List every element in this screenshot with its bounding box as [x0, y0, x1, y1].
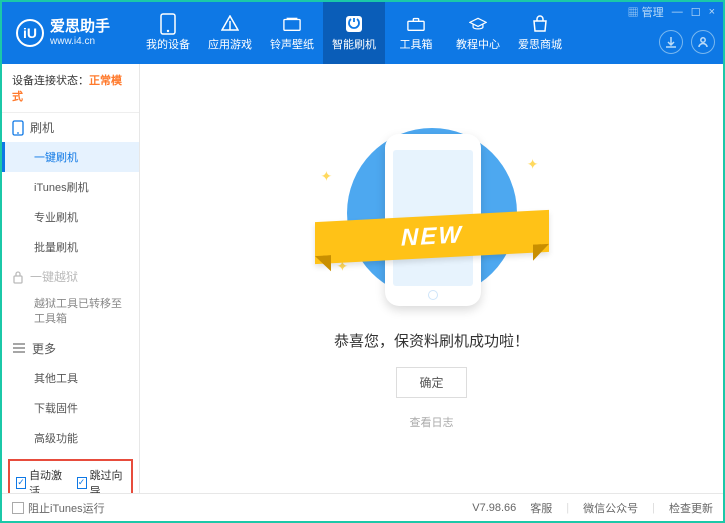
- success-message: 恭喜您，保资料刷机成功啦！: [334, 330, 529, 351]
- version-label: V7.98.66: [472, 502, 516, 514]
- tab-toolbox[interactable]: 工具箱: [385, 2, 447, 64]
- tab-label: 工具箱: [400, 36, 433, 52]
- status-label: 设备连接状态：: [12, 75, 89, 87]
- tab-tutorials[interactable]: 教程中心: [447, 2, 509, 64]
- wechat-link[interactable]: 微信公众号: [583, 500, 638, 516]
- section-flash[interactable]: 刷机: [2, 113, 139, 142]
- education-icon: [469, 15, 487, 33]
- phone-icon: [12, 120, 24, 136]
- tab-flash[interactable]: 智能刷机: [323, 2, 385, 64]
- footer: 阻止iTunes运行 V7.98.66 客服 | 微信公众号 | 检查更新: [2, 493, 723, 521]
- main-content: ✦ ✦ ✦ NEW 恭喜您，保资料刷机成功啦！ 确定 查看日志: [140, 64, 723, 493]
- header-actions: [659, 30, 715, 54]
- section-title: 一键越狱: [30, 268, 78, 285]
- close-button[interactable]: ×: [709, 6, 715, 18]
- checkbox-skip-guide[interactable]: ✓ 跳过向导: [77, 467, 126, 493]
- tab-label: 我的设备: [146, 36, 190, 52]
- ribbon-text: NEW: [401, 221, 463, 252]
- success-illustration: ✦ ✦ ✦ NEW: [327, 128, 537, 308]
- section-more[interactable]: 更多: [2, 334, 139, 363]
- apps-icon: [221, 15, 239, 33]
- tab-label: 铃声壁纸: [270, 36, 314, 52]
- toolbox-icon: [407, 15, 425, 33]
- ok-button[interactable]: 确定: [396, 367, 466, 398]
- header: iU 爱思助手 www.i4.cn 我的设备 应用游戏 铃声壁纸 智能刷机: [2, 2, 723, 64]
- separator: |: [652, 502, 655, 514]
- checkbox-label: 阻止iTunes运行: [28, 500, 105, 516]
- shop-icon: [531, 15, 549, 33]
- logo-area: iU 爱思助手 www.i4.cn: [2, 19, 137, 47]
- sidebar-item-oneclick[interactable]: 一键刷机: [2, 142, 139, 172]
- support-link[interactable]: 客服: [530, 500, 552, 516]
- lock-icon: [12, 270, 24, 284]
- sidebar: 设备连接状态：正常模式 刷机 一键刷机 iTunes刷机 专业刷机 批量刷机 一…: [2, 64, 140, 493]
- checkbox-icon: [12, 502, 24, 514]
- sparkle-icon: ✦: [527, 156, 539, 173]
- illus-home-button: [428, 290, 438, 300]
- flash-items: 一键刷机 iTunes刷机 专业刷机 批量刷机: [2, 142, 139, 262]
- checkbox-label: 跳过向导: [90, 467, 125, 493]
- app-url: www.i4.cn: [50, 36, 110, 47]
- checkbox-label: 自动激活: [29, 467, 64, 493]
- body: 设备连接状态：正常模式 刷机 一键刷机 iTunes刷机 专业刷机 批量刷机 一…: [2, 64, 723, 493]
- connection-status: 设备连接状态：正常模式: [2, 64, 139, 113]
- separator: |: [566, 502, 569, 514]
- jailbreak-note: 越狱工具已转移至工具箱: [2, 291, 139, 334]
- sidebar-item-advanced[interactable]: 高级功能: [2, 423, 139, 453]
- tab-label: 智能刷机: [332, 36, 376, 52]
- section-title: 刷机: [30, 119, 54, 136]
- theme-button[interactable]: ▦ 管理: [628, 4, 664, 20]
- sidebar-item-batch[interactable]: 批量刷机: [2, 232, 139, 262]
- tab-label: 教程中心: [456, 36, 500, 52]
- tab-apps[interactable]: 应用游戏: [199, 2, 261, 64]
- nav-tabs: 我的设备 应用游戏 铃声壁纸 智能刷机 工具箱 教程中心: [137, 2, 571, 64]
- checkbox-auto-activate[interactable]: ✓ 自动激活: [16, 467, 65, 493]
- more-items: 其他工具 下载固件 高级功能: [2, 363, 139, 453]
- flash-icon: [345, 15, 363, 33]
- minimize-button[interactable]: —: [672, 6, 683, 18]
- device-icon: [159, 15, 177, 33]
- download-button[interactable]: [659, 30, 683, 54]
- tab-wallpaper[interactable]: 铃声壁纸: [261, 2, 323, 64]
- check-icon: ✓: [77, 477, 87, 489]
- tab-my-device[interactable]: 我的设备: [137, 2, 199, 64]
- user-button[interactable]: [691, 30, 715, 54]
- sidebar-item-pro[interactable]: 专业刷机: [2, 202, 139, 232]
- maximize-button[interactable]: ☐: [691, 6, 701, 19]
- footer-right: V7.98.66 客服 | 微信公众号 | 检查更新: [472, 500, 713, 516]
- sparkle-icon: ✦: [321, 168, 333, 185]
- checkbox-block-itunes[interactable]: 阻止iTunes运行: [12, 500, 105, 516]
- footer-left: 阻止iTunes运行: [12, 500, 105, 516]
- check-icon: ✓: [16, 477, 26, 489]
- logo-text: 爱思助手 www.i4.cn: [50, 19, 110, 47]
- tab-shop[interactable]: 爱思商城: [509, 2, 571, 64]
- logo-icon: iU: [16, 19, 44, 47]
- check-update-link[interactable]: 检查更新: [669, 500, 713, 516]
- tab-label: 爱思商城: [518, 36, 562, 52]
- section-jailbreak[interactable]: 一键越狱: [2, 262, 139, 291]
- options-highlight: ✓ 自动激活 ✓ 跳过向导: [8, 459, 133, 493]
- sidebar-item-other-tools[interactable]: 其他工具: [2, 363, 139, 393]
- app-title: 爱思助手: [50, 19, 110, 36]
- section-title: 更多: [32, 340, 56, 357]
- sidebar-item-download-fw[interactable]: 下载固件: [2, 393, 139, 423]
- more-icon: [12, 343, 26, 353]
- tab-label: 应用游戏: [208, 36, 252, 52]
- wallpaper-icon: [283, 15, 301, 33]
- sidebar-item-itunes[interactable]: iTunes刷机: [2, 172, 139, 202]
- view-log-link[interactable]: 查看日志: [410, 414, 454, 430]
- window-controls: ▦ 管理 — ☐ ×: [620, 2, 723, 22]
- app-window: iU 爱思助手 www.i4.cn 我的设备 应用游戏 铃声壁纸 智能刷机: [0, 0, 725, 523]
